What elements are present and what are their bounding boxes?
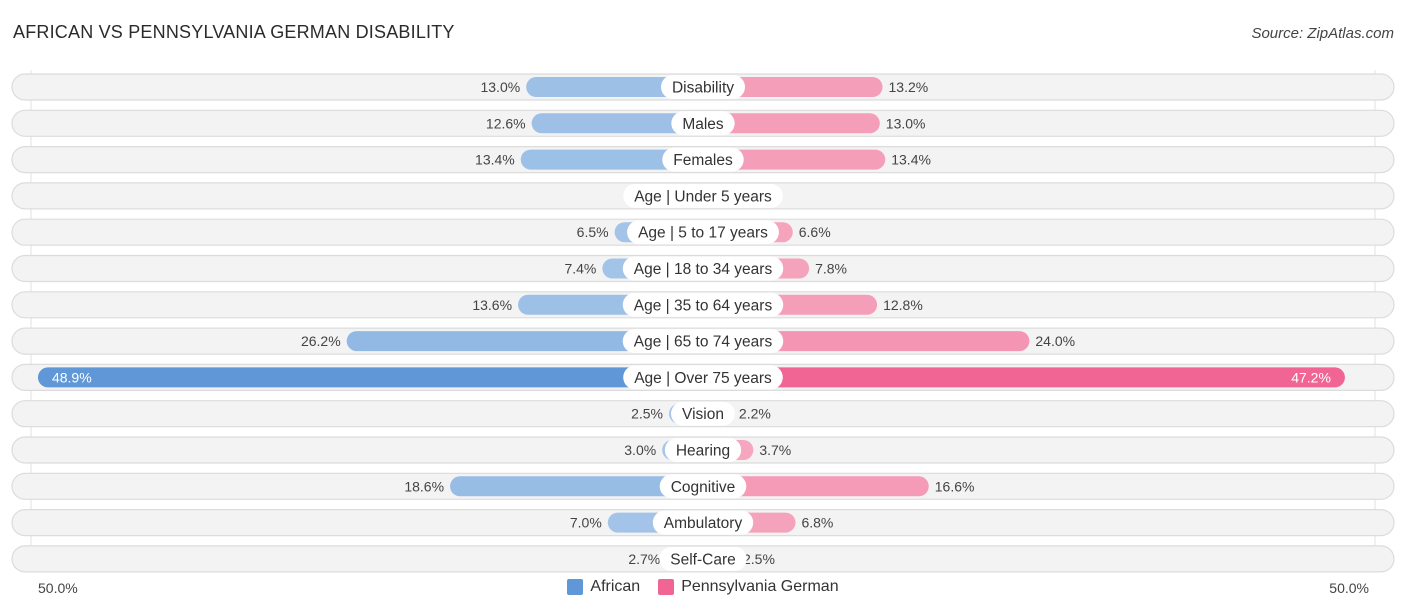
- value-label-pennsylvania-german: 47.2%: [1291, 369, 1331, 385]
- category-label: Cognitive: [671, 479, 736, 496]
- legend-swatch-african: [567, 579, 584, 595]
- value-label-african: 6.5%: [577, 224, 609, 240]
- category-label: Vision: [682, 406, 724, 423]
- value-label-pennsylvania-german: 6.6%: [799, 224, 831, 240]
- value-label-african: 7.4%: [564, 261, 596, 277]
- legend-label-african: African: [590, 578, 641, 595]
- value-label-african: 3.0%: [624, 442, 656, 458]
- value-label-african: 13.4%: [475, 152, 515, 168]
- value-label-african: 2.5%: [631, 406, 663, 422]
- value-label-pennsylvania-german: 13.4%: [891, 152, 931, 168]
- bar-african: [37, 367, 703, 388]
- category-label: Hearing: [676, 443, 730, 460]
- category-label: Age | 18 to 34 years: [634, 261, 773, 278]
- value-label-pennsylvania-german: 2.5%: [743, 551, 775, 567]
- value-label-pennsylvania-german: 13.2%: [889, 79, 929, 95]
- value-label-pennsylvania-german: 13.0%: [886, 115, 926, 131]
- legend-item-pennsylvania-german[interactable]: Pennsylvania German: [658, 578, 839, 596]
- chart-area: 13.0% 13.2% Disability 12.6% 13.0% Males 13.4%…: [11, 70, 1395, 573]
- legend: African Pennsylvania German: [0, 578, 1406, 596]
- category-label: Age | 5 to 17 years: [638, 225, 768, 242]
- category-label: Females: [673, 152, 733, 169]
- category-label: Disability: [672, 80, 734, 97]
- value-label-african: 2.7%: [628, 551, 660, 567]
- value-label-african: 13.6%: [472, 297, 512, 313]
- category-label: Ambulatory: [664, 515, 743, 532]
- category-label: Age | Under 5 years: [634, 188, 772, 205]
- value-label-pennsylvania-german: 3.7%: [759, 442, 791, 458]
- value-label-pennsylvania-german: 7.8%: [815, 261, 847, 277]
- legend-swatch-pennsylvania-german: [658, 579, 675, 595]
- category-label: Age | 35 to 64 years: [634, 297, 773, 314]
- category-label: Age | 65 to 74 years: [634, 334, 773, 351]
- value-label-african: 18.6%: [404, 478, 444, 494]
- value-label-pennsylvania-german: 24.0%: [1035, 333, 1075, 349]
- value-label-african: 48.9%: [52, 369, 92, 385]
- value-label-african: 26.2%: [301, 333, 341, 349]
- legend-item-african[interactable]: African: [567, 578, 640, 596]
- value-label-pennsylvania-german: 6.8%: [801, 515, 833, 531]
- value-label-pennsylvania-german: 12.8%: [883, 297, 923, 313]
- value-label-african: 7.0%: [570, 515, 602, 531]
- bar-pennsylvania-german: [703, 367, 1345, 388]
- legend-label-pennsylvania-german: Pennsylvania German: [681, 578, 839, 595]
- value-label-pennsylvania-german: 2.2%: [739, 406, 771, 422]
- value-label-african: 13.0%: [480, 79, 520, 95]
- value-label-pennsylvania-german: 16.6%: [935, 478, 975, 494]
- category-label: Self-Care: [670, 551, 735, 568]
- category-label: Age | Over 75 years: [634, 370, 772, 387]
- value-label-african: 12.6%: [486, 115, 526, 131]
- category-label: Males: [682, 116, 724, 133]
